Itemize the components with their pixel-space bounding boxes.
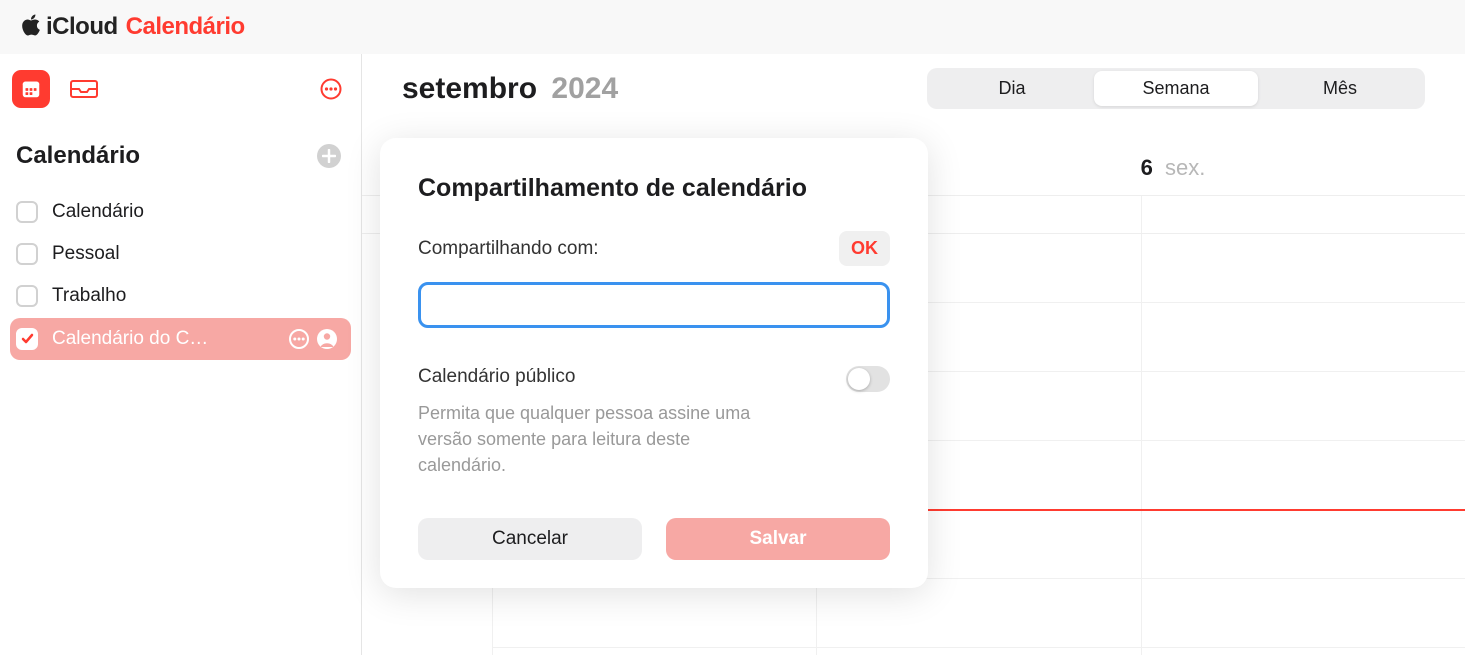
calendar-name: Trabalho [52,285,339,307]
calendar-item[interactable]: Calendário [10,192,351,232]
share-calendar-popover: Compartilhamento de calendário Compartil… [380,138,928,588]
calendar-name: Pessoal [52,243,339,265]
public-toggle[interactable] [846,366,890,392]
item-more-icon[interactable] [287,327,311,351]
calendar-name: Calendário [52,201,339,223]
view-month-button[interactable]: Mês [1258,71,1422,106]
share-email-input[interactable] [418,282,890,328]
calendar-checkbox[interactable] [16,285,38,307]
app-header: iCloud Calendário [0,0,1465,54]
public-calendar-label: Calendário público [418,366,846,388]
sidebar-section-header: Calendário [10,120,351,182]
inbox-tray-icon[interactable] [70,79,98,99]
view-switcher: Dia Semana Mês [927,68,1425,109]
share-with-label: Compartilhando com: [418,238,839,260]
sidebar-section-title: Calendário [16,142,140,170]
public-description: Permita que qualquer pessoa assine uma v… [418,400,778,478]
calendar-list: Calendário Pessoal Trabalho Calendário d… [10,182,351,360]
more-options-icon[interactable] [319,77,343,101]
shared-person-icon[interactable] [315,327,339,351]
view-day-button[interactable]: Dia [930,71,1094,106]
month-name: setembro [402,72,537,105]
calendar-name: Calendário do C… [52,328,287,350]
calendar-view-icon[interactable] [12,70,50,108]
sidebar: Calendário Calendário Pessoal Trabalho [0,54,362,655]
day-column-header: 6 sex. [1141,123,1465,191]
calendar-app-label[interactable]: Calendário [126,13,245,41]
calendar-checkbox[interactable] [16,243,38,265]
month-year-title: setembro 2024 [402,72,618,106]
icloud-label[interactable]: iCloud [46,13,118,41]
view-week-button[interactable]: Semana [1094,71,1258,106]
save-button[interactable]: Salvar [666,518,890,560]
year-value: 2024 [551,72,618,105]
calendar-item[interactable]: Trabalho [10,276,351,316]
toggle-knob [848,368,870,390]
main-header: setembro 2024 Dia Semana Mês [362,54,1465,123]
cancel-button[interactable]: Cancelar [418,518,642,560]
calendar-checkbox[interactable] [16,201,38,223]
sidebar-toolbar [10,66,351,120]
ok-button[interactable]: OK [839,231,890,266]
day-name: sex. [1165,155,1205,180]
add-calendar-button[interactable] [317,144,341,168]
calendar-checkbox[interactable] [16,328,38,350]
calendar-item-selected[interactable]: Calendário do C… [10,318,351,360]
day-num: 6 [1141,155,1153,180]
popover-title: Compartilhamento de calendário [418,174,890,203]
calendar-item[interactable]: Pessoal [10,234,351,274]
apple-logo-icon [20,13,42,42]
